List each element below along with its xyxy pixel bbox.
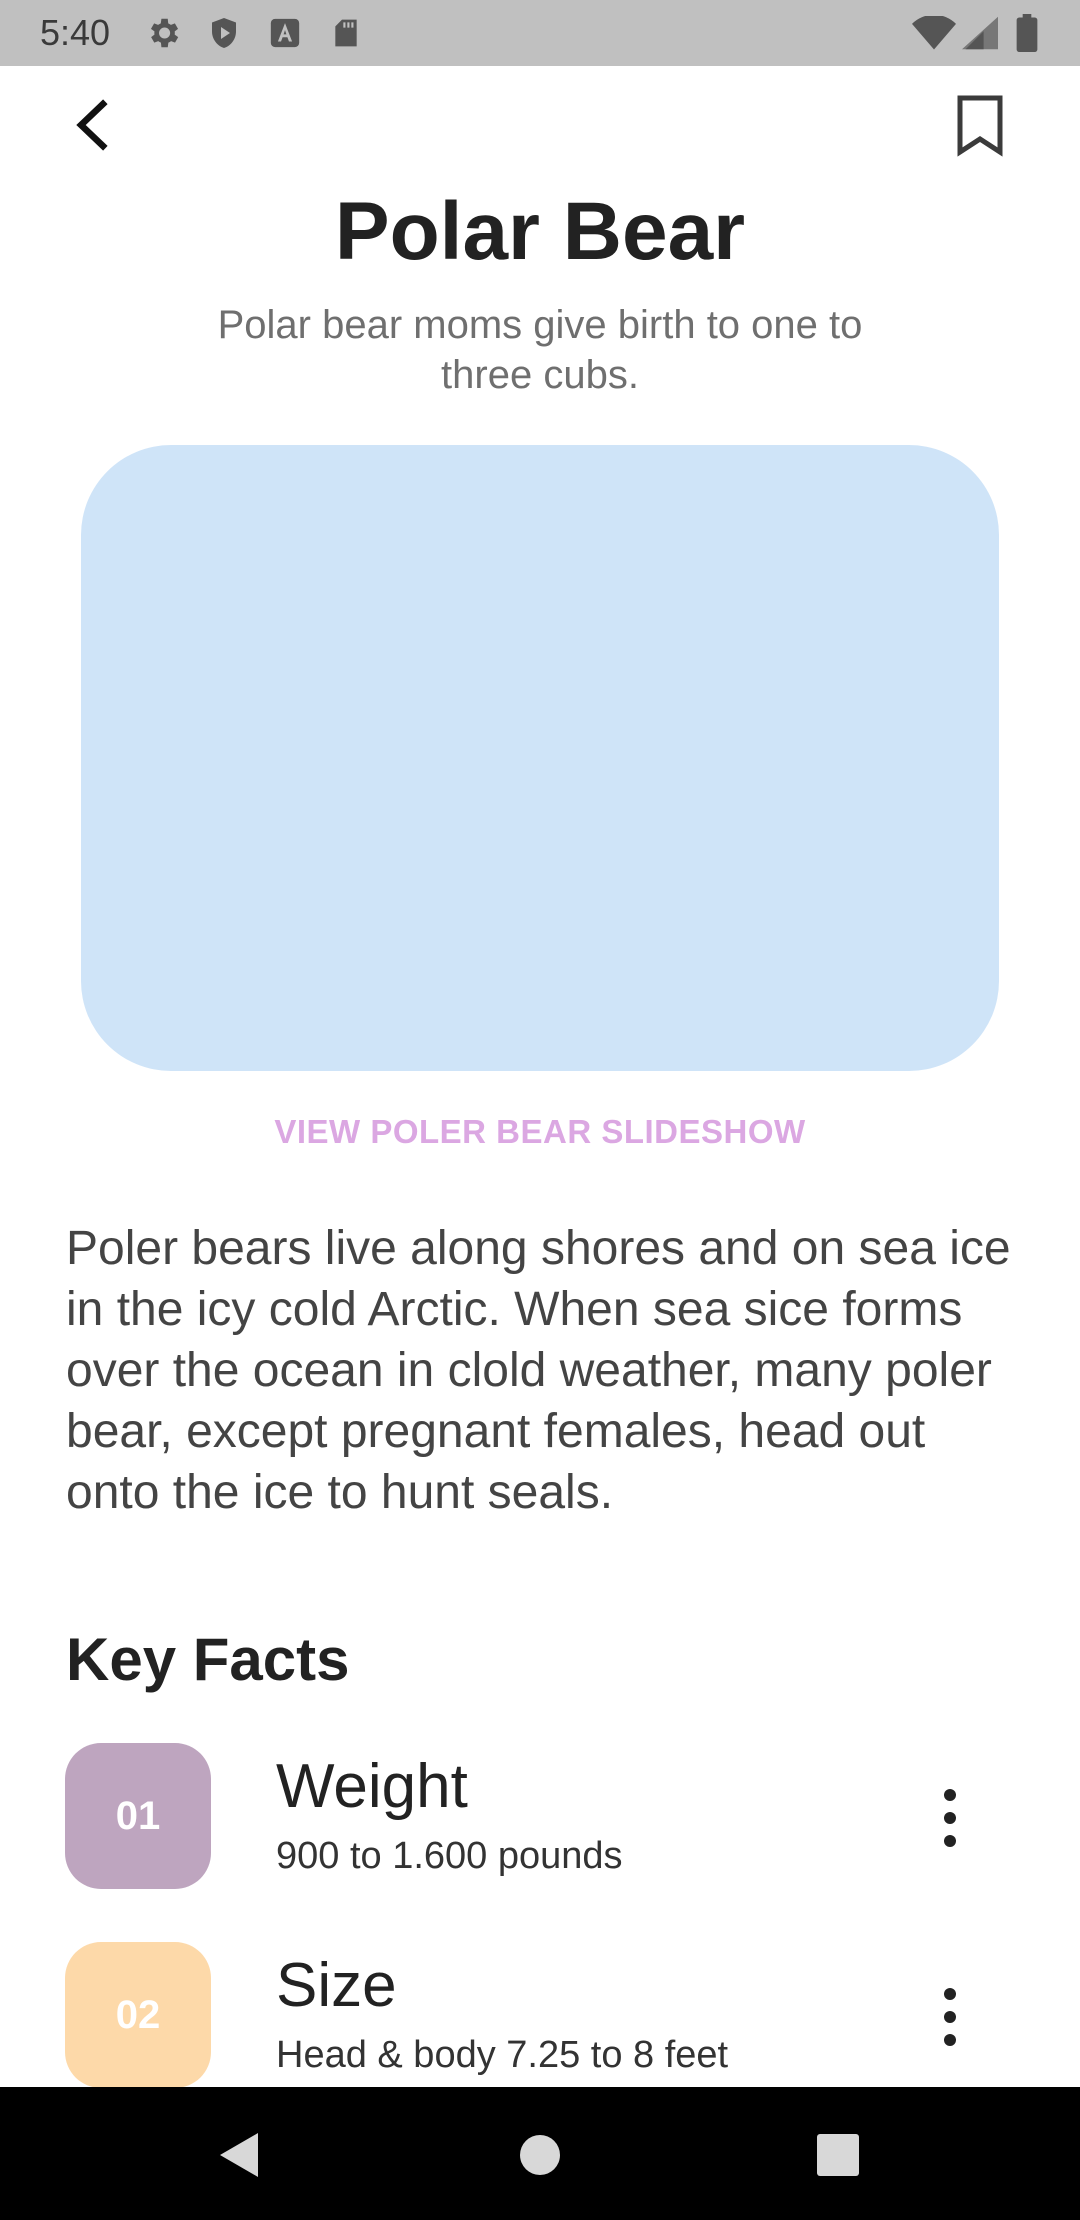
gear-icon: [144, 14, 182, 52]
page-subtitle: Polar bear moms give birth to one to thr…: [217, 303, 863, 397]
page-title: Polar Bear: [334, 186, 746, 277]
animal-image[interactable]: [81, 445, 999, 1071]
bookmark-icon: [957, 95, 1003, 157]
key-facts-heading: Key Facts: [66, 1626, 350, 1693]
nav-back-button[interactable]: [202, 2117, 278, 2193]
font-a-icon: [268, 14, 302, 52]
nav-recents-button[interactable]: [800, 2117, 876, 2193]
fact-title: Size: [276, 1951, 397, 2020]
more-options-button[interactable]: [920, 1982, 980, 2052]
screen: 5:40 Polar Bear Polar bear moms give bir…: [0, 0, 1080, 2220]
fact-value: 900 to 1.600 pounds: [276, 1835, 623, 1877]
recents-square-icon: [817, 2134, 859, 2176]
back-triangle-icon: [220, 2133, 258, 2177]
fact-item-size[interactable]: 02 Size Head & body 7.25 to 8 feet: [0, 1942, 1080, 2092]
more-options-button[interactable]: [920, 1783, 980, 1853]
battery-icon: [1016, 14, 1038, 52]
slideshow-button[interactable]: VIEW POLER BEAR SLIDESHOW: [0, 1113, 1080, 1151]
chevron-left-icon: [76, 99, 108, 151]
description-text: Poler bears live along shores and on sea…: [66, 1222, 1011, 1519]
status-time: 5:40: [40, 12, 111, 53]
back-button[interactable]: [60, 90, 130, 160]
fact-title: Weight: [276, 1752, 468, 1821]
bookmark-button[interactable]: [945, 90, 1015, 160]
more-vert-icon: [944, 1789, 956, 1847]
signal-icon: [962, 16, 998, 50]
fact-value: Head & body 7.25 to 8 feet: [276, 2034, 729, 2076]
more-vert-icon: [944, 1988, 956, 2046]
fact-number-badge: 01: [65, 1743, 211, 1889]
sd-card-icon: [330, 14, 362, 52]
fact-number-badge: 02: [65, 1942, 211, 2088]
shield-play-icon: [206, 14, 242, 52]
home-circle-icon: [520, 2135, 560, 2175]
wifi-icon: [912, 16, 956, 50]
nav-home-button[interactable]: [502, 2117, 578, 2193]
system-nav-bar: [0, 2087, 1080, 2220]
status-bar: 5:40: [0, 0, 1080, 66]
fact-item-weight[interactable]: 01 Weight 900 to 1.600 pounds: [0, 1743, 1080, 1893]
